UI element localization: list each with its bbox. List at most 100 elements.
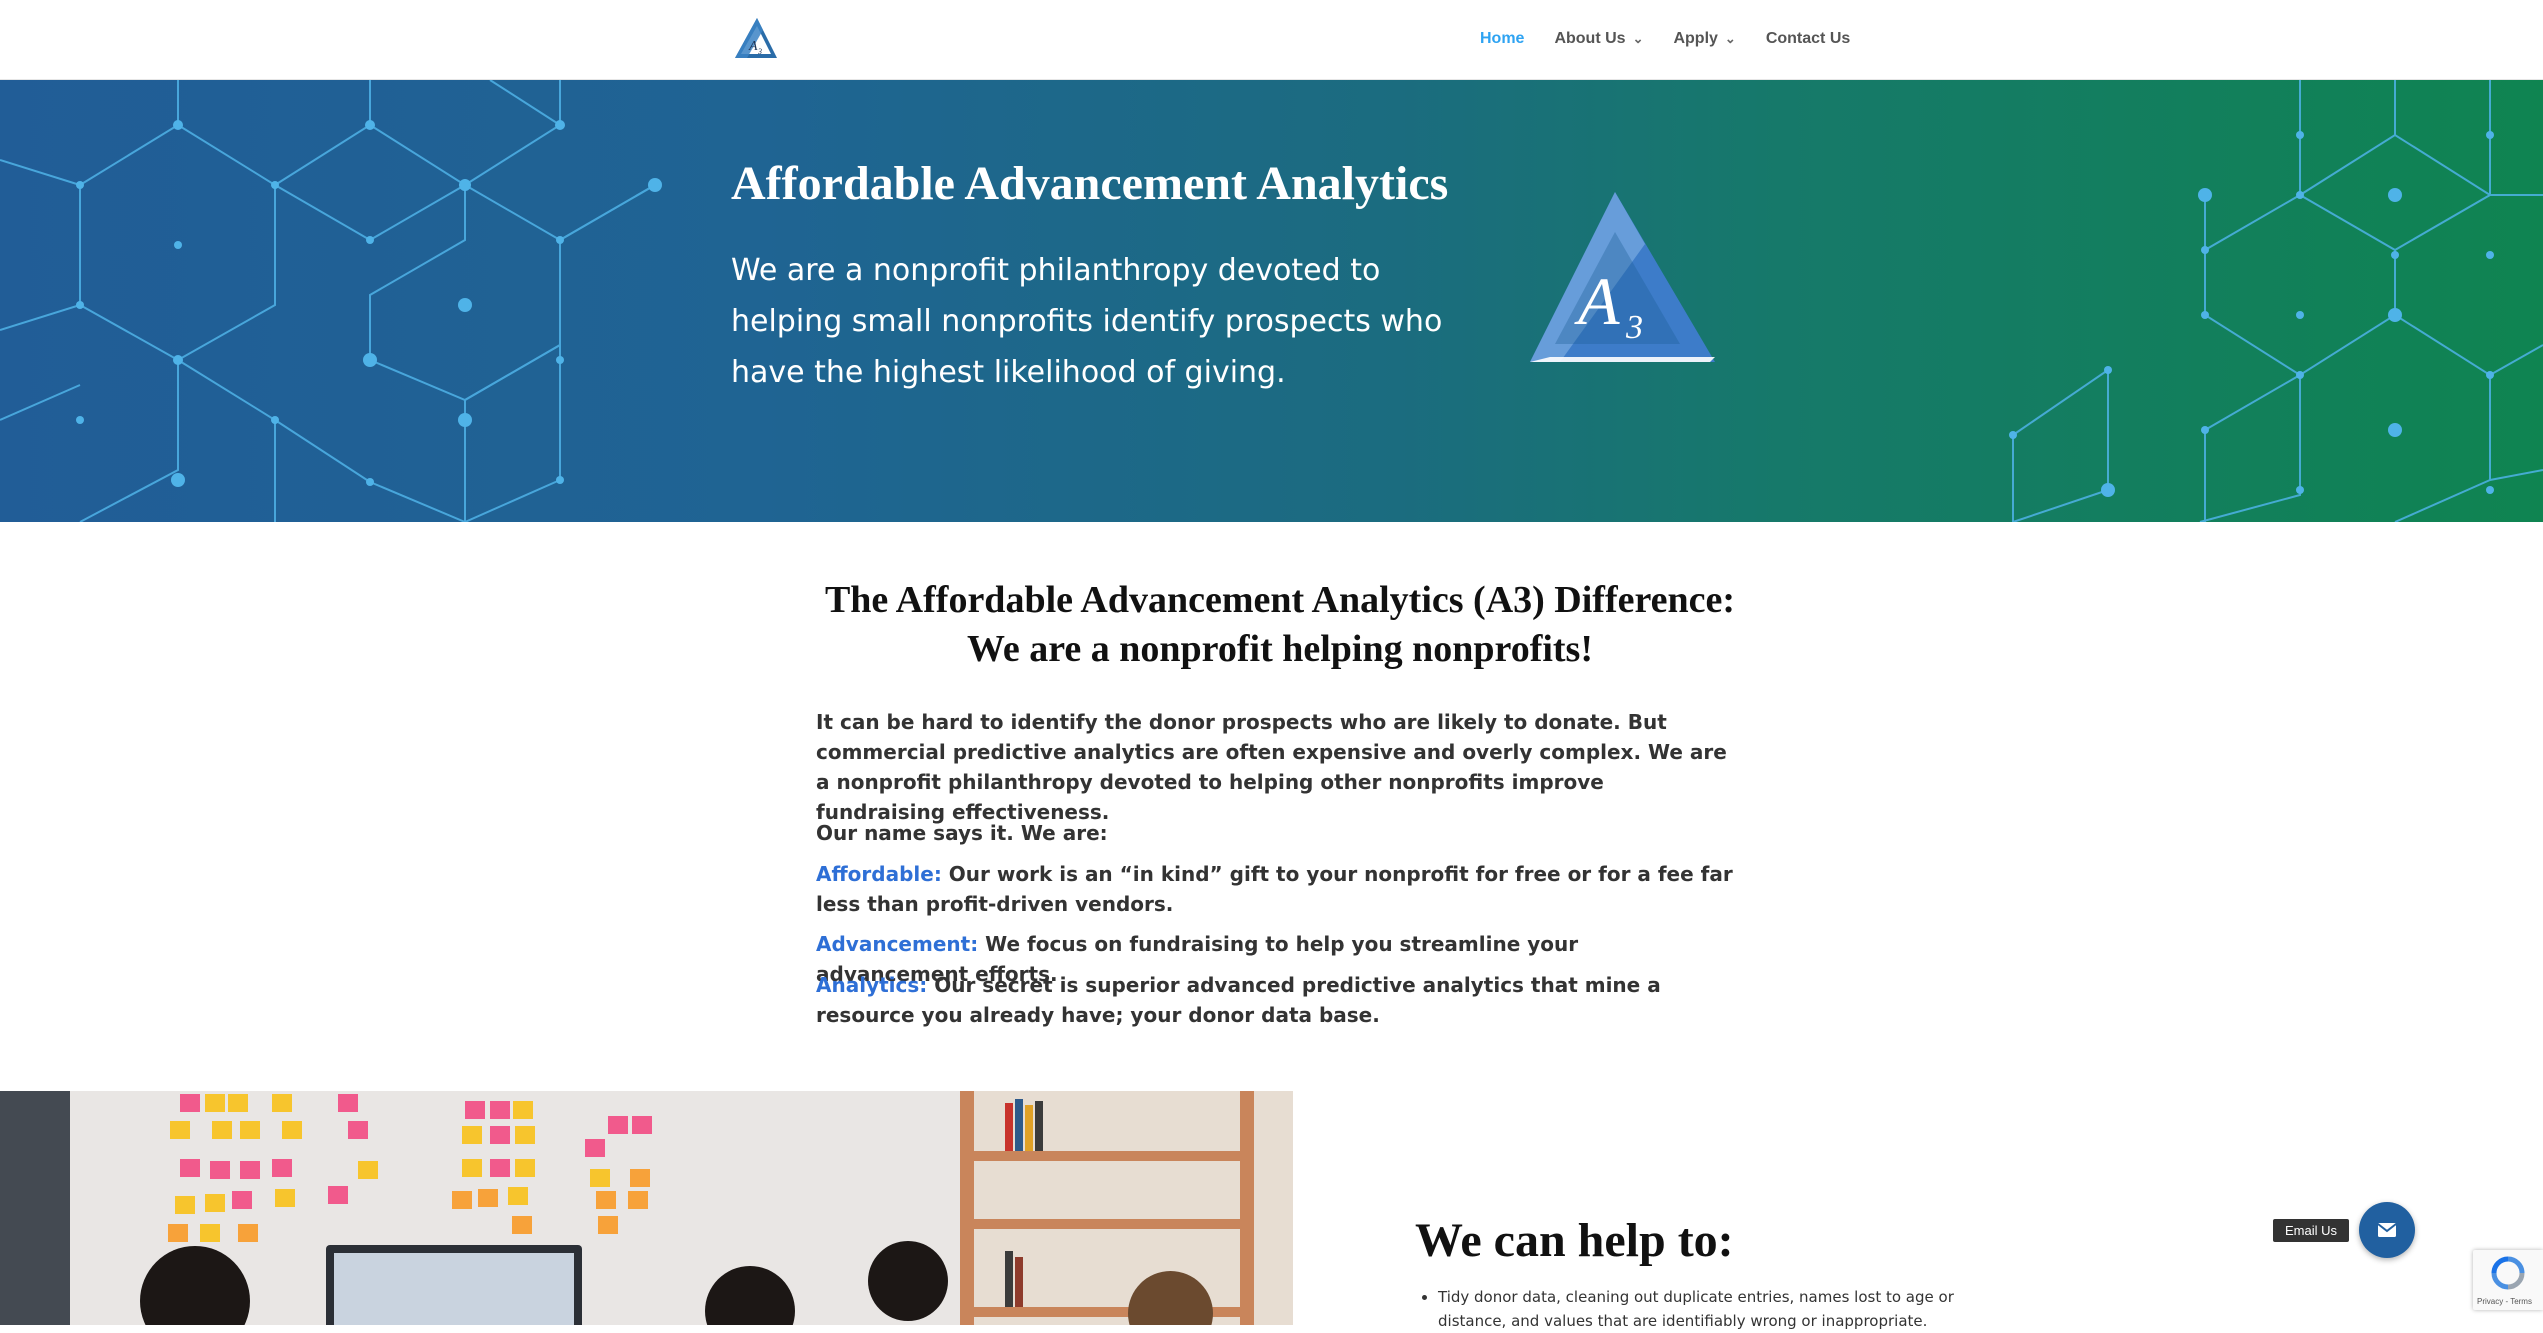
sticky-note — [205, 1094, 225, 1112]
recaptcha-badge[interactable]: Privacy - Terms — [2473, 1250, 2543, 1310]
sticky-note — [180, 1094, 200, 1112]
nav-home[interactable]: Home — [1480, 30, 1524, 48]
book — [1015, 1257, 1023, 1307]
hero-logo-letter: A — [1574, 263, 1620, 339]
sticky-note — [452, 1191, 472, 1209]
hero-title: Affordable Advancement Analytics — [731, 157, 1449, 210]
book — [1025, 1105, 1033, 1151]
sticky-note — [598, 1216, 618, 1234]
nav-home-label: Home — [1480, 30, 1525, 47]
sticky-note — [338, 1094, 358, 1112]
email-us-tooltip: Email Us — [2273, 1219, 2350, 1242]
main-nav: Home About Us ⌄ Apply ⌄ Contact Us — [1480, 30, 1880, 48]
sticky-note — [632, 1116, 652, 1134]
sticky-note — [490, 1159, 510, 1177]
sticky-note — [490, 1101, 510, 1119]
sticky-note — [515, 1159, 535, 1177]
point-affordable-text: Our work is an “in kind” gift to your no… — [816, 862, 1733, 916]
recaptcha-links[interactable]: Privacy - Terms — [2477, 1297, 2532, 1306]
difference-heading-line2: We are a nonprofit helping nonprofits! — [966, 628, 1594, 670]
sticky-note — [272, 1159, 292, 1177]
point-analytics-text: Our secret is superior advanced predicti… — [816, 973, 1661, 1027]
sticky-note — [590, 1169, 610, 1187]
sticky-note — [508, 1187, 528, 1205]
hero-logo-subscript: 3 — [1625, 309, 1643, 346]
nav-apply[interactable]: Apply ⌄ — [1673, 30, 1735, 48]
sticky-note — [348, 1121, 368, 1139]
sticky-note — [210, 1161, 230, 1179]
sticky-note — [462, 1159, 482, 1177]
difference-heading-line1: The Affordable Advancement Analytics (A3… — [824, 579, 1736, 621]
site-header: A 3 Home About Us ⌄ Apply ⌄ Contact Us — [0, 0, 2543, 80]
sticky-note — [205, 1194, 225, 1212]
hero-subtitle: We are a nonprofit philanthropy devoted … — [731, 253, 1443, 390]
sticky-note — [515, 1126, 535, 1144]
sticky-note — [238, 1224, 258, 1242]
sticky-note — [228, 1094, 248, 1112]
shelf-board — [960, 1219, 1254, 1229]
sticky-note — [630, 1169, 650, 1187]
name-says-it: Our name says it. We are: — [816, 821, 1108, 845]
nav-about-us-label: About Us — [1554, 30, 1626, 47]
sticky-note — [490, 1126, 510, 1144]
photo-monitor — [326, 1245, 582, 1325]
book — [1015, 1099, 1023, 1151]
sticky-note — [358, 1161, 378, 1179]
chevron-down-icon: ⌄ — [1632, 31, 1644, 46]
shelf-post — [960, 1091, 974, 1325]
sticky-note — [465, 1101, 485, 1119]
point-analytics-term: Analytics: — [816, 973, 928, 997]
book — [1035, 1101, 1043, 1151]
sticky-note — [328, 1186, 348, 1204]
point-affordable-term: Affordable: — [816, 862, 942, 886]
sticky-note — [462, 1126, 482, 1144]
sticky-note — [608, 1116, 628, 1134]
nav-about-us[interactable]: About Us ⌄ — [1554, 30, 1643, 48]
nav-contact-us-label: Contact Us — [1765, 30, 1851, 47]
help-list: Tidy donor data, cleaning out duplicate … — [1424, 1285, 1998, 1333]
email-us-button[interactable] — [2359, 1202, 2415, 1258]
help-heading: We can help to: — [1415, 1214, 1734, 1267]
difference-heading: The Affordable Advancement Analytics (A3… — [700, 576, 1860, 674]
sticky-note — [240, 1161, 260, 1179]
team-meeting-photo — [0, 1091, 1293, 1325]
sticky-note — [272, 1094, 292, 1112]
sticky-note — [513, 1101, 533, 1119]
sticky-note — [212, 1121, 232, 1139]
nav-apply-label: Apply — [1673, 30, 1718, 47]
photo-window-frame — [0, 1091, 70, 1325]
difference-intro: It can be hard to identify the donor pro… — [816, 710, 1727, 824]
book — [1005, 1251, 1013, 1307]
sticky-note — [478, 1189, 498, 1207]
sticky-note — [200, 1224, 220, 1242]
nav-contact-us[interactable]: Contact Us — [1766, 30, 1850, 48]
point-analytics: Analytics: Our secret is superior advanc… — [816, 970, 1736, 1030]
point-advancement-term: Advancement: — [816, 932, 979, 956]
shelf-board — [960, 1151, 1254, 1161]
help-list-item: Tidy donor data, cleaning out duplicate … — [1438, 1285, 1998, 1333]
shelf-post — [1240, 1091, 1254, 1325]
book — [1005, 1103, 1013, 1151]
sticky-note — [168, 1224, 188, 1242]
chevron-down-icon: ⌄ — [1724, 31, 1736, 46]
a3-triangle-logo-icon: A 3 — [1530, 192, 1715, 362]
sticky-note — [585, 1139, 605, 1157]
sticky-note — [596, 1191, 616, 1209]
hero-banner: Affordable Advancement Analytics We are … — [0, 80, 2543, 522]
sticky-note — [232, 1191, 252, 1209]
sticky-note — [240, 1121, 260, 1139]
sticky-note — [170, 1121, 190, 1139]
svg-text:A: A — [748, 39, 758, 54]
sticky-note — [628, 1191, 648, 1209]
point-affordable: Affordable: Our work is an “in kind” gif… — [816, 859, 1736, 919]
envelope-icon — [2377, 1223, 2397, 1237]
photo-person — [868, 1241, 948, 1321]
sticky-note — [512, 1216, 532, 1234]
sticky-note — [275, 1189, 295, 1207]
recaptcha-icon — [2491, 1256, 2525, 1290]
sticky-note — [180, 1159, 200, 1177]
a3-logo-icon[interactable]: A 3 — [733, 16, 779, 60]
sticky-note — [282, 1121, 302, 1139]
svg-text:3: 3 — [757, 47, 762, 56]
sticky-note — [175, 1196, 195, 1214]
